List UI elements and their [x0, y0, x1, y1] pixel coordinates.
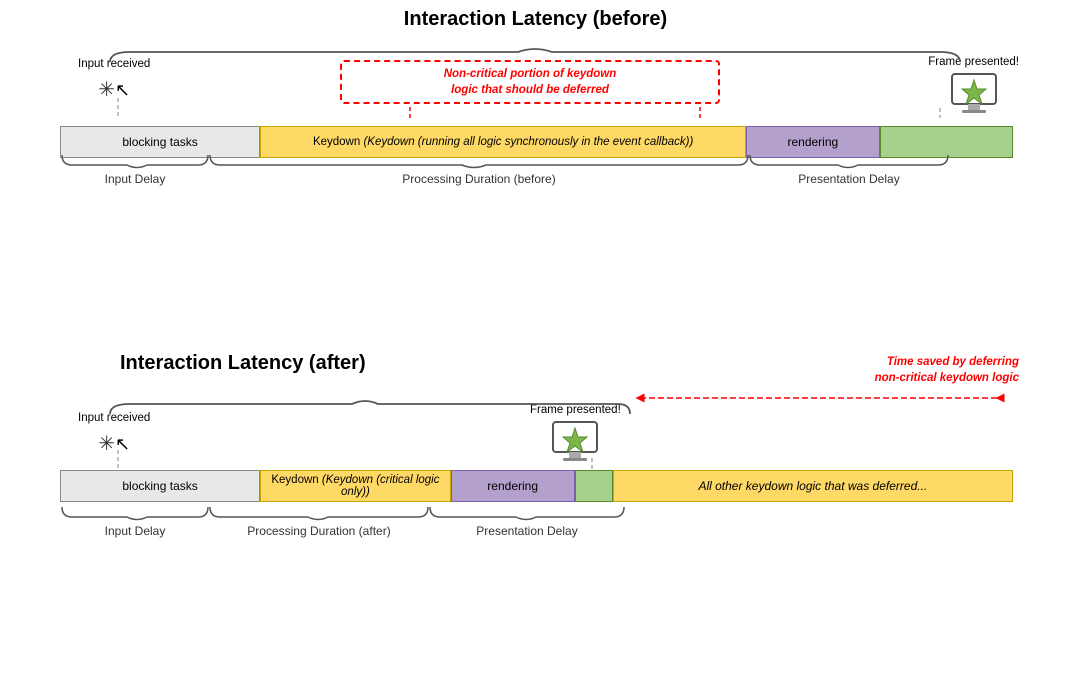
svg-text:Input Delay: Input Delay [105, 524, 166, 538]
frame-presented-after: Frame presented! [530, 404, 621, 467]
frame-presented-label-before: Frame presented! [928, 56, 1019, 68]
svg-text:Processing Duration (before): Processing Duration (before) [402, 172, 555, 186]
time-saved-label: Time saved by deferringnon-critical keyd… [875, 354, 1019, 386]
cursor-icon-after: ↖ [115, 434, 130, 454]
bar-blocking-after: blocking tasks [60, 470, 260, 502]
diagram-container: Interaction Latency (before) Input recei… [0, 0, 1071, 690]
burst-cursor-after: ✳↖ [78, 428, 150, 454]
title-before: Interaction Latency (before) [0, 8, 1071, 31]
svg-text:Presentation Delay: Presentation Delay [798, 172, 899, 186]
timeline-after: blocking tasks Keydown (Keydown (critica… [60, 470, 1013, 502]
cursor-icon-before: ↖ [115, 80, 130, 100]
red-annotation-label: Non-critical portion of keydownlogic tha… [350, 66, 710, 98]
bar-rendering-after: rendering [451, 470, 575, 502]
svg-text:Processing Duration (after): Processing Duration (after) [247, 524, 390, 538]
svg-text:Input Delay: Input Delay [105, 172, 166, 186]
bar-keydown-before: Keydown (Keydown (running all logic sync… [260, 126, 746, 158]
burst-icon-before: ✳ [98, 79, 115, 101]
bar-green-before [880, 126, 1013, 158]
bar-green-after [575, 470, 613, 502]
bar-rendering-before: rendering [746, 126, 879, 158]
burst-cursor-before: ✳↖ [78, 74, 150, 100]
input-received-before: Input received ✳↖ [78, 58, 150, 100]
red-annotation-before: Non-critical portion of keydownlogic tha… [340, 60, 720, 104]
section-after: Interaction Latency (after) Time saved b… [0, 352, 1071, 377]
timeline-before: blocking tasks Keydown (Keydown (running… [60, 126, 1013, 158]
input-received-label-before: Input received [78, 58, 150, 72]
section-before: Interaction Latency (before) Input recei… [0, 8, 1071, 33]
bar-keydown-after: Keydown (Keydown (critical logic only)) [260, 470, 451, 502]
monitor-icon-after [549, 420, 601, 464]
svg-text:Presentation Delay: Presentation Delay [476, 524, 577, 538]
frame-presented-before: Frame presented! [928, 56, 1019, 119]
burst-icon-after: ✳ [98, 433, 115, 455]
bar-blocking-before: blocking tasks [60, 126, 260, 158]
input-received-label-after: Input received [78, 412, 150, 426]
input-received-after: Input received ✳↖ [78, 412, 150, 454]
frame-presented-label-after: Frame presented! [530, 404, 621, 416]
monitor-icon-before [948, 72, 1000, 116]
bar-deferred-after: All other keydown logic that was deferre… [613, 470, 1013, 502]
